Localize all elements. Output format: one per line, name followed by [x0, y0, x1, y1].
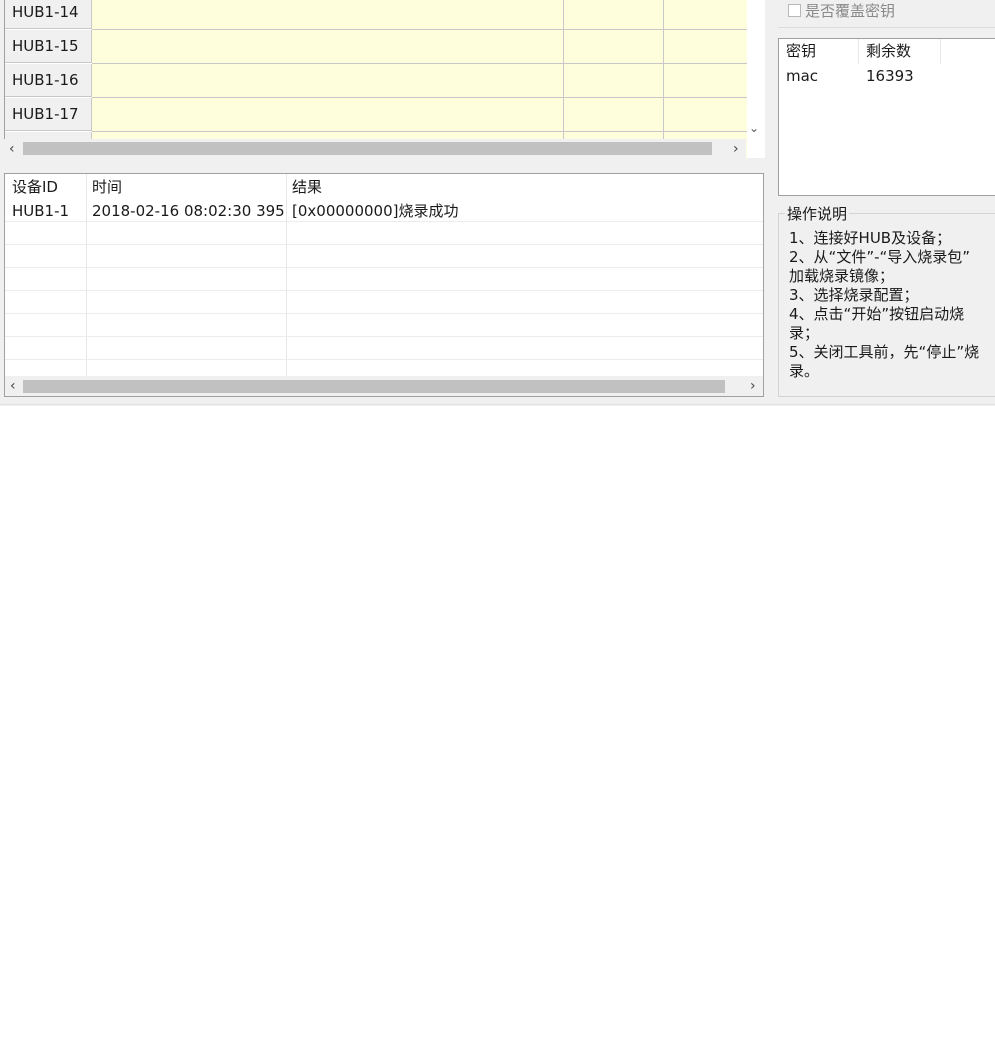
log-horizontal-scrollbar[interactable]: ‹ › [5, 376, 763, 396]
column-header-remaining[interactable]: 剩余数 [859, 39, 941, 64]
chevron-left-icon[interactable]: ‹ [10, 376, 16, 396]
grid-cell[interactable] [92, 0, 564, 30]
grid-cell[interactable] [564, 64, 664, 98]
row-header: HUB1-14 [5, 0, 92, 29]
grid-row[interactable]: HUB1-14 [5, 0, 747, 30]
log-result: [0x00000000]烧录成功 [292, 202, 459, 220]
log-device-id: HUB1-1 [12, 202, 70, 220]
chevron-right-icon[interactable]: › [733, 139, 739, 159]
grid-cell[interactable] [92, 30, 564, 64]
chevron-right-icon[interactable]: › [750, 376, 756, 396]
grid-cell[interactable] [664, 30, 747, 64]
grid-cell[interactable] [564, 30, 664, 64]
scrollbar-thumb[interactable] [23, 142, 712, 155]
chevron-down-icon[interactable]: ⌄ [749, 121, 759, 135]
grid-horizontal-scrollbar[interactable]: ‹ › [4, 139, 746, 159]
row-header: HUB1-15 [5, 30, 92, 63]
instruction-step-4: 4、点击“开始”按钮启动烧 录； [789, 305, 965, 342]
grid-cell[interactable] [664, 0, 747, 30]
grid-row[interactable]: HUB1-16 [5, 64, 747, 98]
checkbox-box[interactable] [788, 3, 801, 17]
log-time: 2018-02-16 08:02:30 395 [92, 202, 285, 220]
column-header-key[interactable]: 密钥 [779, 39, 859, 64]
instruction-step-5: 5、关闭工具前，先“停止”烧 录。 [789, 343, 980, 380]
grid-cell[interactable] [664, 64, 747, 98]
grid-row[interactable]: HUB1-15 [5, 30, 747, 64]
instruction-step-2: 2、从“文件”-“导入烧录包” 加载烧录镜像； [789, 248, 971, 285]
scrollbar-thumb[interactable] [23, 380, 725, 393]
burning-tool-window: HUB1-14 HUB1-15 HUB1-16 HUB1-17 ⌄ ‹ › 设备… [0, 0, 995, 406]
row-header: HUB1-16 [5, 64, 92, 97]
grid-cell[interactable] [564, 98, 664, 132]
column-header-time[interactable]: 时间 [92, 176, 122, 198]
grid-cell[interactable] [92, 98, 564, 132]
instructions-group: 操作说明 1、连接好HUB及设备； 2、从“文件”-“导入烧录包” 加载烧录镜像… [778, 204, 995, 397]
grid-cell[interactable] [564, 0, 664, 30]
burn-log-list: 设备ID 时间 结果 HUB1-1 2018-02-16 08:02:30 39… [4, 173, 764, 397]
overwrite-key-checkbox[interactable]: 是否覆盖密钥 [788, 0, 895, 22]
grid-cell[interactable] [664, 98, 747, 132]
chevron-left-icon[interactable]: ‹ [9, 139, 15, 159]
device-grid: HUB1-14 HUB1-15 HUB1-16 HUB1-17 ⌄ [4, 0, 765, 158]
row-header: HUB1-17 [5, 98, 92, 131]
column-header-device-id[interactable]: 设备ID [12, 176, 58, 198]
key-remaining: 16393 [866, 67, 914, 85]
key-name: mac [786, 67, 819, 85]
instruction-step-1: 1、连接好HUB及设备； [789, 229, 952, 247]
column-header-result[interactable]: 结果 [292, 176, 322, 198]
instructions-title: 操作说明 [785, 204, 850, 224]
grid-cell[interactable] [92, 64, 564, 98]
grid-row[interactable]: HUB1-17 [5, 98, 747, 132]
key-list: 密钥 剩余数 mac 16393 [778, 38, 995, 196]
instruction-step-3: 3、选择烧录配置； [789, 286, 919, 304]
overwrite-key-label: 是否覆盖密钥 [805, 2, 896, 20]
